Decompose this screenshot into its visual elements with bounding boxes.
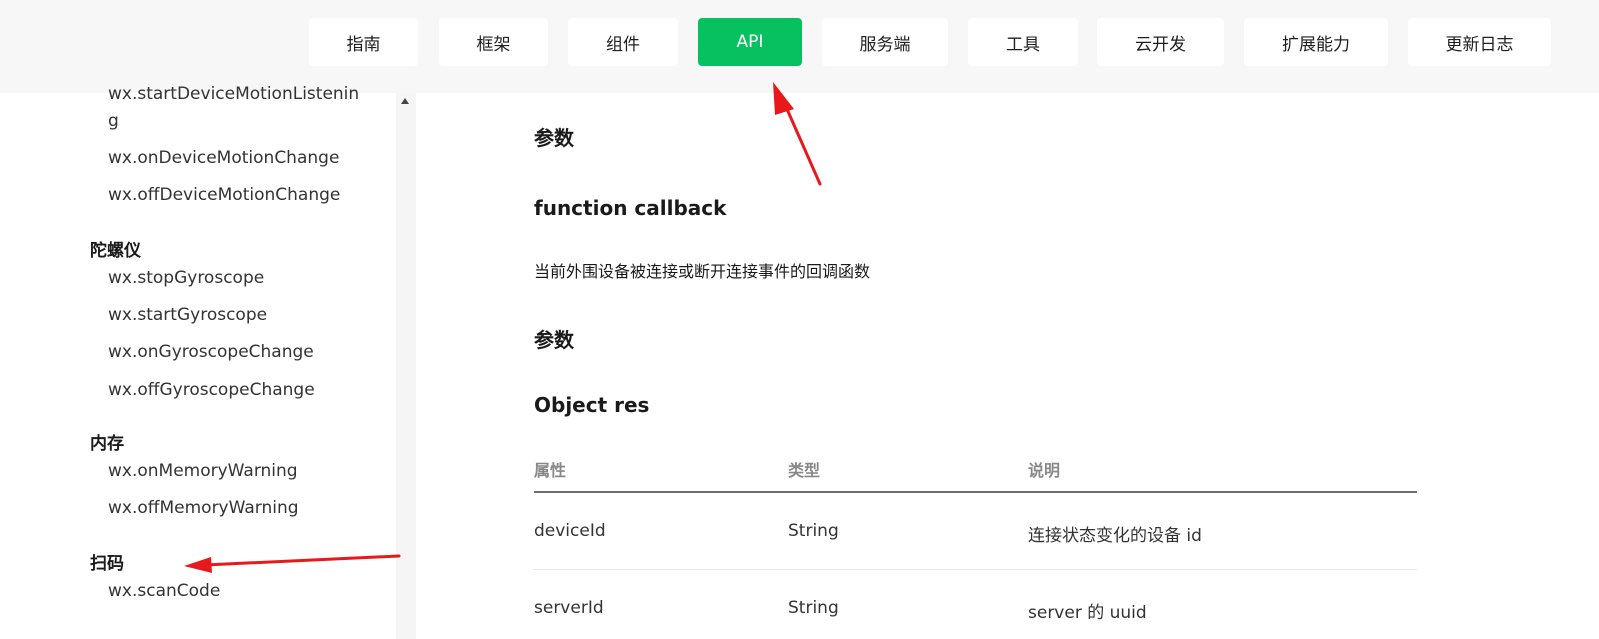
object-res-heading: Object res <box>534 393 650 417</box>
table-header-property: 属性 <box>534 461 567 480</box>
nav-tools[interactable]: 工具 <box>968 18 1078 66</box>
nav-guide[interactable]: 指南 <box>309 18 418 66</box>
sidebar-item-off-device-motion-change[interactable]: wx.offDeviceMotionChange <box>108 185 340 205</box>
top-nav-bar: 指南 框架 组件 API 服务端 工具 云开发 扩展能力 更新日志 <box>0 0 1599 93</box>
sidebar-item-off-gyroscope-change[interactable]: wx.offGyroscopeChange <box>108 380 315 400</box>
arrow-to-api-tab <box>773 82 822 186</box>
sidebar-item-on-gyroscope-change[interactable]: wx.onGyroscopeChange <box>108 342 314 362</box>
params-heading-2: 参数 <box>534 328 574 352</box>
sidebar-group-scan: 扫码 <box>90 554 124 574</box>
nav-extensions[interactable]: 扩展能力 <box>1244 18 1388 66</box>
nav-api[interactable]: API <box>698 18 802 66</box>
sidebar-item-scan-code[interactable]: wx.scanCode <box>108 581 220 601</box>
table-cell-property: serverId <box>534 598 604 618</box>
sidebar <box>0 93 396 639</box>
nav-server[interactable]: 服务端 <box>822 18 948 66</box>
sidebar-scrollbar[interactable] <box>396 93 416 639</box>
table-header-type: 类型 <box>788 461 821 480</box>
sidebar-item-on-memory-warning[interactable]: wx.onMemoryWarning <box>108 461 298 481</box>
table-row-divider <box>534 569 1417 570</box>
sidebar-group-gyroscope: 陀螺仪 <box>90 241 141 261</box>
nav-cloud-dev[interactable]: 云开发 <box>1097 18 1224 66</box>
sidebar-item-on-device-motion-change[interactable]: wx.onDeviceMotionChange <box>108 148 339 168</box>
table-cell-type: String <box>788 521 839 541</box>
nav-changelog[interactable]: 更新日志 <box>1408 18 1551 66</box>
params-heading: 参数 <box>534 126 574 150</box>
nav-components[interactable]: 组件 <box>568 18 678 66</box>
sidebar-item-stop-gyroscope[interactable]: wx.stopGyroscope <box>108 268 264 288</box>
table-cell-description: 连接状态变化的设备 id <box>1028 526 1202 546</box>
table-header-divider <box>534 491 1417 493</box>
callback-description: 当前外围设备被连接或断开连接事件的回调函数 <box>534 262 871 281</box>
sidebar-item-start-device-motion-wrap[interactable]: g <box>108 111 119 131</box>
scroll-up-arrow-icon[interactable] <box>401 98 409 104</box>
table-header-description: 说明 <box>1028 461 1061 480</box>
sidebar-item-start-gyroscope[interactable]: wx.startGyroscope <box>108 305 267 325</box>
table-cell-property: deviceId <box>534 521 606 541</box>
nav-framework[interactable]: 框架 <box>439 18 548 66</box>
sidebar-group-memory: 内存 <box>90 434 124 454</box>
callback-heading: function callback <box>534 196 727 220</box>
table-cell-description: server 的 uuid <box>1028 603 1147 623</box>
sidebar-item-start-device-motion[interactable]: wx.startDeviceMotionListenin <box>108 84 359 104</box>
table-cell-type: String <box>788 598 839 618</box>
sidebar-item-off-memory-warning[interactable]: wx.offMemoryWarning <box>108 498 299 518</box>
